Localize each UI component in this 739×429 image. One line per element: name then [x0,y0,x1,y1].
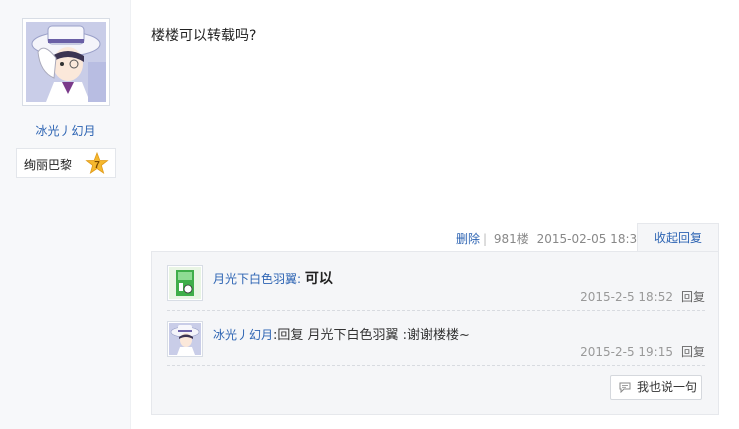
badge-label: 绚丽巴黎 [24,158,73,172]
meta-separator: | [483,232,488,246]
post-content: 楼楼可以转载吗? [151,28,257,44]
delete-link[interactable]: 删除 [456,232,480,246]
reply-avatar-image-icon [169,267,201,299]
avatar-image-icon [26,22,106,102]
author-sidebar: 冰光丿幻月 绚丽巴黎 7 [0,0,131,429]
post-meta: 删除 | 981楼 2015-02-05 18:34 [456,230,645,247]
say-button-label: 我也说一句 [637,380,698,394]
post-time: 2015-02-05 18:34 [536,232,645,246]
reply-line: 冰光丿幻月:回复 月光下白色羽翼 :谢谢楼楼~ [213,324,470,343]
reply-panel: 月光下白色羽翼: 可以 2015-2-5 18:52 回复 冰光丿幻月:回复 月光… [151,251,719,415]
reply-meta: 2015-2-5 18:52 回复 [580,288,705,305]
reply-time: 2015-2-5 18:52 [580,290,673,304]
reply-text: :回复 月光下白色羽翼 :谢谢楼楼~ [273,328,470,343]
badge-level: 7 [94,160,100,171]
reply-avatar[interactable] [167,265,203,301]
reply-item: 月光下白色羽翼: 可以 2015-2-5 18:52 回复 [167,264,705,311]
floor-number: 981楼 [493,232,529,246]
reply-item: 冰光丿幻月:回复 月光下白色羽翼 :谢谢楼楼~ 2015-2-5 19:15 回复 [167,320,705,366]
reply-user-link[interactable]: 月光下白色羽翼: [213,272,301,286]
reply-user-link[interactable]: 冰光丿幻月 [213,328,273,342]
star-level-icon: 7 [85,152,109,174]
reply-button[interactable]: 回复 [681,290,705,304]
author-avatar[interactable] [22,18,110,106]
say-something-button[interactable]: 我也说一句 [610,375,702,400]
reply-button[interactable]: 回复 [681,345,705,359]
comment-icon [619,382,631,393]
reply-line: 月光下白色羽翼: 可以 [213,268,333,288]
reply-time: 2015-2-5 19:15 [580,345,673,359]
author-name[interactable]: 冰光丿幻月 [0,122,131,139]
fold-replies-button[interactable]: 收起回复 [637,223,719,252]
reply-avatar[interactable] [167,321,203,357]
reply-text: 可以 [304,271,333,287]
member-badge[interactable]: 绚丽巴黎 7 [16,148,116,178]
reply-avatar-image-icon [169,323,201,355]
reply-meta: 2015-2-5 19:15 回复 [580,343,705,360]
